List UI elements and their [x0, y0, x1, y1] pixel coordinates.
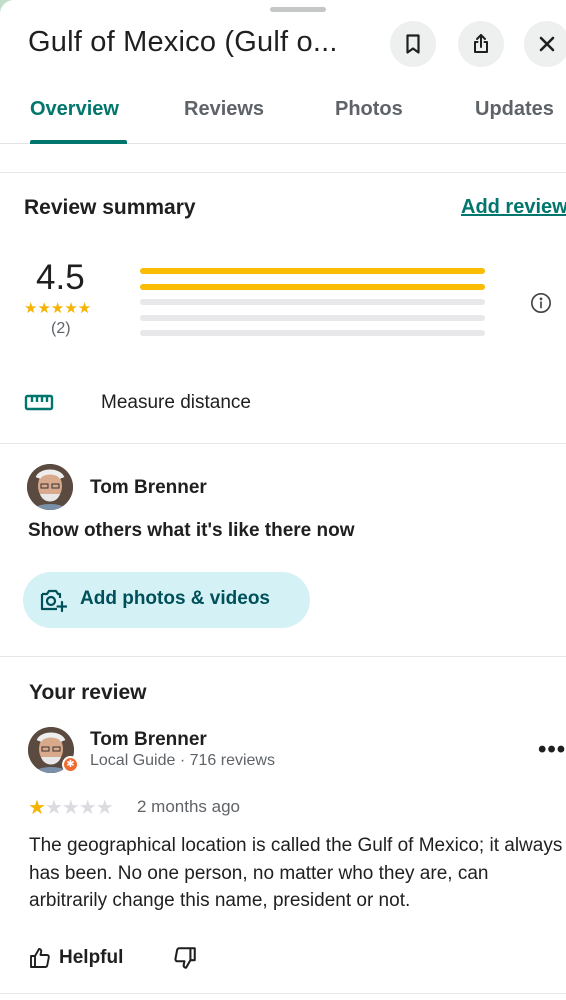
close-button[interactable] [524, 21, 566, 67]
close-icon [539, 36, 555, 52]
avatar-photo [27, 464, 73, 510]
section-divider [0, 172, 566, 173]
section-divider [0, 656, 566, 657]
add-photos-label: Add photos & videos [80, 588, 270, 609]
reviewer-meta: Local Guide · 716 reviews [90, 752, 275, 769]
active-tab-indicator [30, 140, 127, 144]
measure-distance-button[interactable]: Measure distance [101, 392, 251, 414]
local-guide-badge-icon: ✱ [62, 756, 79, 773]
rating-bar-fill [140, 284, 485, 290]
star-empty: ★★★★ [44, 797, 114, 819]
place-title: Gulf of Mexico (Gulf o... [28, 26, 338, 58]
place-header: Gulf of Mexico (Gulf o... [0, 18, 566, 74]
info-icon[interactable] [530, 292, 552, 314]
rating-bar-4 [140, 284, 485, 290]
section-divider [0, 993, 566, 994]
share-icon [474, 34, 488, 53]
review-rating-stars: ★★★★★ [28, 795, 114, 820]
add-photo-icon [40, 589, 67, 613]
thumbs-up-icon [30, 948, 50, 968]
review-summary-title: Review summary [24, 196, 196, 219]
rating-bar-2 [140, 315, 485, 321]
helpful-button[interactable]: Helpful [28, 944, 123, 972]
average-rating: 4.5 [36, 258, 85, 297]
rating-bar-3 [140, 299, 485, 305]
your-review-title: Your review [29, 681, 147, 704]
review-text: The geographical location is called the … [29, 835, 563, 911]
tab-photos[interactable]: Photos [335, 98, 403, 121]
tab-updates[interactable]: Updates [475, 98, 554, 121]
add-photos-button[interactable]: Add photos & videos [23, 572, 310, 628]
helpful-label: Helpful [59, 947, 124, 968]
contribute-prompt: Show others what it's like there now [28, 520, 355, 541]
rating-bar-1 [140, 330, 485, 336]
reviewer-name[interactable]: Tom Brenner [90, 729, 207, 751]
rating-bar-5 [140, 268, 485, 274]
ruler-icon [24, 394, 54, 411]
add-review-link[interactable]: Add review [461, 196, 566, 219]
sheet-drag-handle[interactable] [270, 7, 326, 12]
more-options-icon[interactable]: ••• [538, 736, 566, 764]
share-button[interactable] [458, 21, 504, 67]
section-divider [0, 443, 566, 444]
average-rating-stars: ★★★★★ [24, 300, 92, 317]
rating-bar-fill [140, 268, 485, 274]
avatar[interactable] [27, 464, 73, 510]
save-button[interactable] [390, 21, 436, 67]
tab-overview[interactable]: Overview [30, 98, 119, 121]
review-timestamp: 2 months ago [137, 797, 241, 816]
star-filled: ★ [28, 797, 46, 819]
place-details-sheet: Gulf of Mexico (Gulf o... Overview Revie… [0, 0, 566, 1000]
thumbs-down-icon[interactable] [172, 945, 198, 971]
review-count: (2) [51, 320, 71, 337]
tab-reviews[interactable]: Reviews [184, 98, 264, 121]
tab-bar: Overview Reviews Photos Updates [0, 84, 566, 144]
bookmark-icon [406, 34, 420, 54]
contributor-name: Tom Brenner [90, 477, 207, 498]
